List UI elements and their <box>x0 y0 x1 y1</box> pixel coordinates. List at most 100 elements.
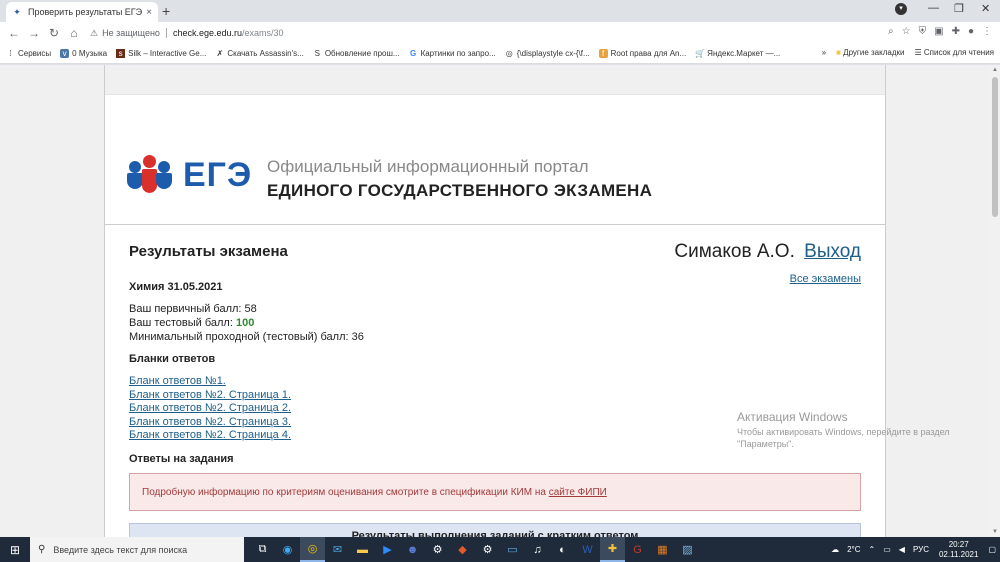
fipi-link[interactable]: сайте ФИПИ <box>549 487 607 498</box>
network-icon[interactable]: ▭ <box>883 545 891 554</box>
warning-icon[interactable]: ⚠ <box>90 28 98 39</box>
extension-shield-icon[interactable]: ⛨ <box>919 26 927 37</box>
bookmark-item[interactable]: v0 Музыка <box>60 49 107 58</box>
clock-date: 02.11.2021 <box>938 549 979 559</box>
mail-icon[interactable]: ✉ <box>325 537 350 562</box>
reading-list[interactable]: ☰ Список для чтения <box>914 48 994 57</box>
reload-icon[interactable]: ↻ <box>44 26 64 40</box>
bookmark-item[interactable]: s Silk – Interactive Ge... <box>116 49 206 58</box>
maximize-icon[interactable]: ❐ <box>954 2 964 15</box>
activation-text: Чтобы активировать Windows, перейдите в … <box>737 427 950 449</box>
bookmark-item[interactable]: f Root права для An... <box>598 49 686 58</box>
discord-icon[interactable]: ☻ <box>400 537 425 562</box>
pinned-app-icon[interactable]: ✚ <box>600 537 625 562</box>
ege-favicon-icon: ✦ <box>13 6 21 17</box>
profile-icon[interactable]: ● <box>968 26 974 37</box>
portal-title-block: Официальный информационный портал ЕДИНОГ… <box>267 157 652 201</box>
answers-heading: Ответы на задания <box>129 453 234 465</box>
new-tab-button[interactable]: + <box>162 3 170 19</box>
page-scrollbar[interactable]: ▲ ▼ <box>990 65 1000 537</box>
file-explorer-icon[interactable]: ▬ <box>350 537 375 562</box>
scrollbar-thumb[interactable] <box>992 77 998 217</box>
chrome-icon[interactable]: ◎ <box>300 537 325 562</box>
exam-name: Химия 31.05.2021 <box>129 281 223 293</box>
menu-icon[interactable]: ⋮ <box>982 26 992 37</box>
extension-badge-icon[interactable]: ▣ <box>934 26 943 37</box>
user-block: Симаков А.О. Выход <box>674 241 861 263</box>
blank-link[interactable]: Бланк ответов №1. <box>129 375 291 389</box>
photos-icon[interactable]: ▭ <box>500 537 525 562</box>
extensions-puzzle-icon[interactable]: ✚ <box>952 26 960 37</box>
app-grid-icon[interactable]: ▦ <box>650 537 675 562</box>
steam-app-icon[interactable]: ◐ <box>550 537 575 562</box>
bookmark-item[interactable]: G Картинки по запро... <box>409 49 496 58</box>
close-window-icon[interactable]: ✕ <box>981 2 990 15</box>
taskbar-search[interactable]: ⚲ Введите здесь текст для поиска <box>30 537 244 562</box>
all-exams-link[interactable]: Все экзамены <box>790 273 861 285</box>
bookmark-star-icon[interactable]: ☆ <box>902 26 911 37</box>
user-name: Симаков А.О. <box>674 241 795 262</box>
download-icon: ✗ <box>216 49 224 58</box>
weather-icon[interactable]: ☁ <box>831 545 839 554</box>
windows-start-icon[interactable]: ⊞ <box>0 537 30 562</box>
language-indicator[interactable]: РУС <box>913 545 929 554</box>
game-launcher-icon[interactable]: ◆ <box>450 537 475 562</box>
minimize-icon[interactable]: — <box>928 2 939 14</box>
blanks-heading: Бланки ответов <box>129 353 216 365</box>
volume-icon[interactable]: ◀ <box>899 545 905 554</box>
scroll-down-icon[interactable]: ▼ <box>992 529 998 535</box>
music-icon[interactable]: ♫ <box>525 537 550 562</box>
bookmarks-more-icon[interactable]: » <box>822 48 826 57</box>
back-icon[interactable]: ← <box>4 26 24 40</box>
portal-subtitle: Официальный информационный портал <box>267 157 589 176</box>
reading-list-icon: ☰ <box>914 48 922 57</box>
system-tray: ☁ 2°C ⌃ ▭ ◀ РУС 20:27 02.11.2021 ▢ <box>827 537 1000 562</box>
bookmark-item[interactable]: ◎ {\displaystyle cx-{\f... <box>505 49 590 58</box>
address-bar[interactable]: ⚠ Не защищено check.ege.edu.ru/exams/30 <box>90 24 870 42</box>
blank-link[interactable]: Бланк ответов №2. Страница 2. <box>129 402 291 416</box>
home-icon[interactable]: ⌂ <box>64 26 84 40</box>
short-answers-table-header: Результаты выполнения заданий с кратким … <box>129 523 861 537</box>
page-container: ЕГЭ Официальный информационный портал ЕД… <box>104 65 886 537</box>
bookmark-item[interactable]: S Обновление прош... <box>313 49 400 58</box>
forward-icon[interactable]: → <box>24 26 44 40</box>
screen-icon[interactable]: ▨ <box>675 537 700 562</box>
blank-link[interactable]: Бланк ответов №2. Страница 3. <box>129 416 291 430</box>
notifications-icon[interactable]: ▢ <box>988 545 996 554</box>
other-bookmarks[interactable]: ■ Другие закладки <box>836 48 904 57</box>
clock[interactable]: 20:27 02.11.2021 <box>939 540 978 560</box>
browser-tab[interactable]: ✦ Проверить результаты ЕГЭ / Ос × <box>6 2 158 22</box>
zoom-app-icon[interactable]: ▶ <box>375 537 400 562</box>
ege-logo[interactable]: ЕГЭ <box>127 155 252 195</box>
android-icon: f <box>598 49 608 58</box>
vk-icon: v <box>60 49 70 58</box>
divider <box>165 28 167 38</box>
page-title: Результаты экзамена <box>129 243 288 260</box>
tab-strip: ✦ Проверить результаты ЕГЭ / Ос × + ▾ — … <box>0 0 1000 22</box>
word-icon[interactable]: W <box>575 537 600 562</box>
test-score: 100 <box>235 317 255 329</box>
primary-score-row: Ваш первичный балл: 58 <box>129 303 257 315</box>
blank-link[interactable]: Бланк ответов №2. Страница 1. <box>129 389 291 403</box>
clock-time: 20:27 <box>948 539 969 549</box>
tray-chevron-icon[interactable]: ⌃ <box>869 545 876 554</box>
settings-icon[interactable]: ⚙ <box>475 537 500 562</box>
url-path: /exams/30 <box>241 28 284 38</box>
task-view-icon[interactable]: ⧉ <box>250 537 275 562</box>
blank-link[interactable]: Бланк ответов №2. Страница 4. <box>129 429 291 443</box>
primary-score: 58 <box>244 303 257 315</box>
tab-close-icon[interactable]: × <box>146 7 152 18</box>
scroll-up-icon[interactable]: ▲ <box>992 67 998 73</box>
bookmark-item[interactable]: ✗ Скачать Assassin's... <box>215 49 304 58</box>
zoom-icon[interactable]: ⌕ <box>888 26 894 37</box>
edge-icon[interactable]: ◉ <box>275 537 300 562</box>
game-client-icon[interactable]: G <box>625 537 650 562</box>
weather-temp[interactable]: 2°C <box>847 545 860 554</box>
steam-icon[interactable]: ⚙ <box>425 537 450 562</box>
bookmark-item[interactable]: ⁞ Сервисы <box>6 49 51 58</box>
bookmark-item[interactable]: 🛒 Яндекс.Маркет —... <box>695 49 780 58</box>
tab-title: Проверить результаты ЕГЭ / Ос <box>28 7 143 17</box>
logo-text: ЕГЭ <box>183 155 253 194</box>
tab-search-icon[interactable]: ▾ <box>895 3 907 15</box>
logout-link[interactable]: Выход <box>804 241 861 262</box>
